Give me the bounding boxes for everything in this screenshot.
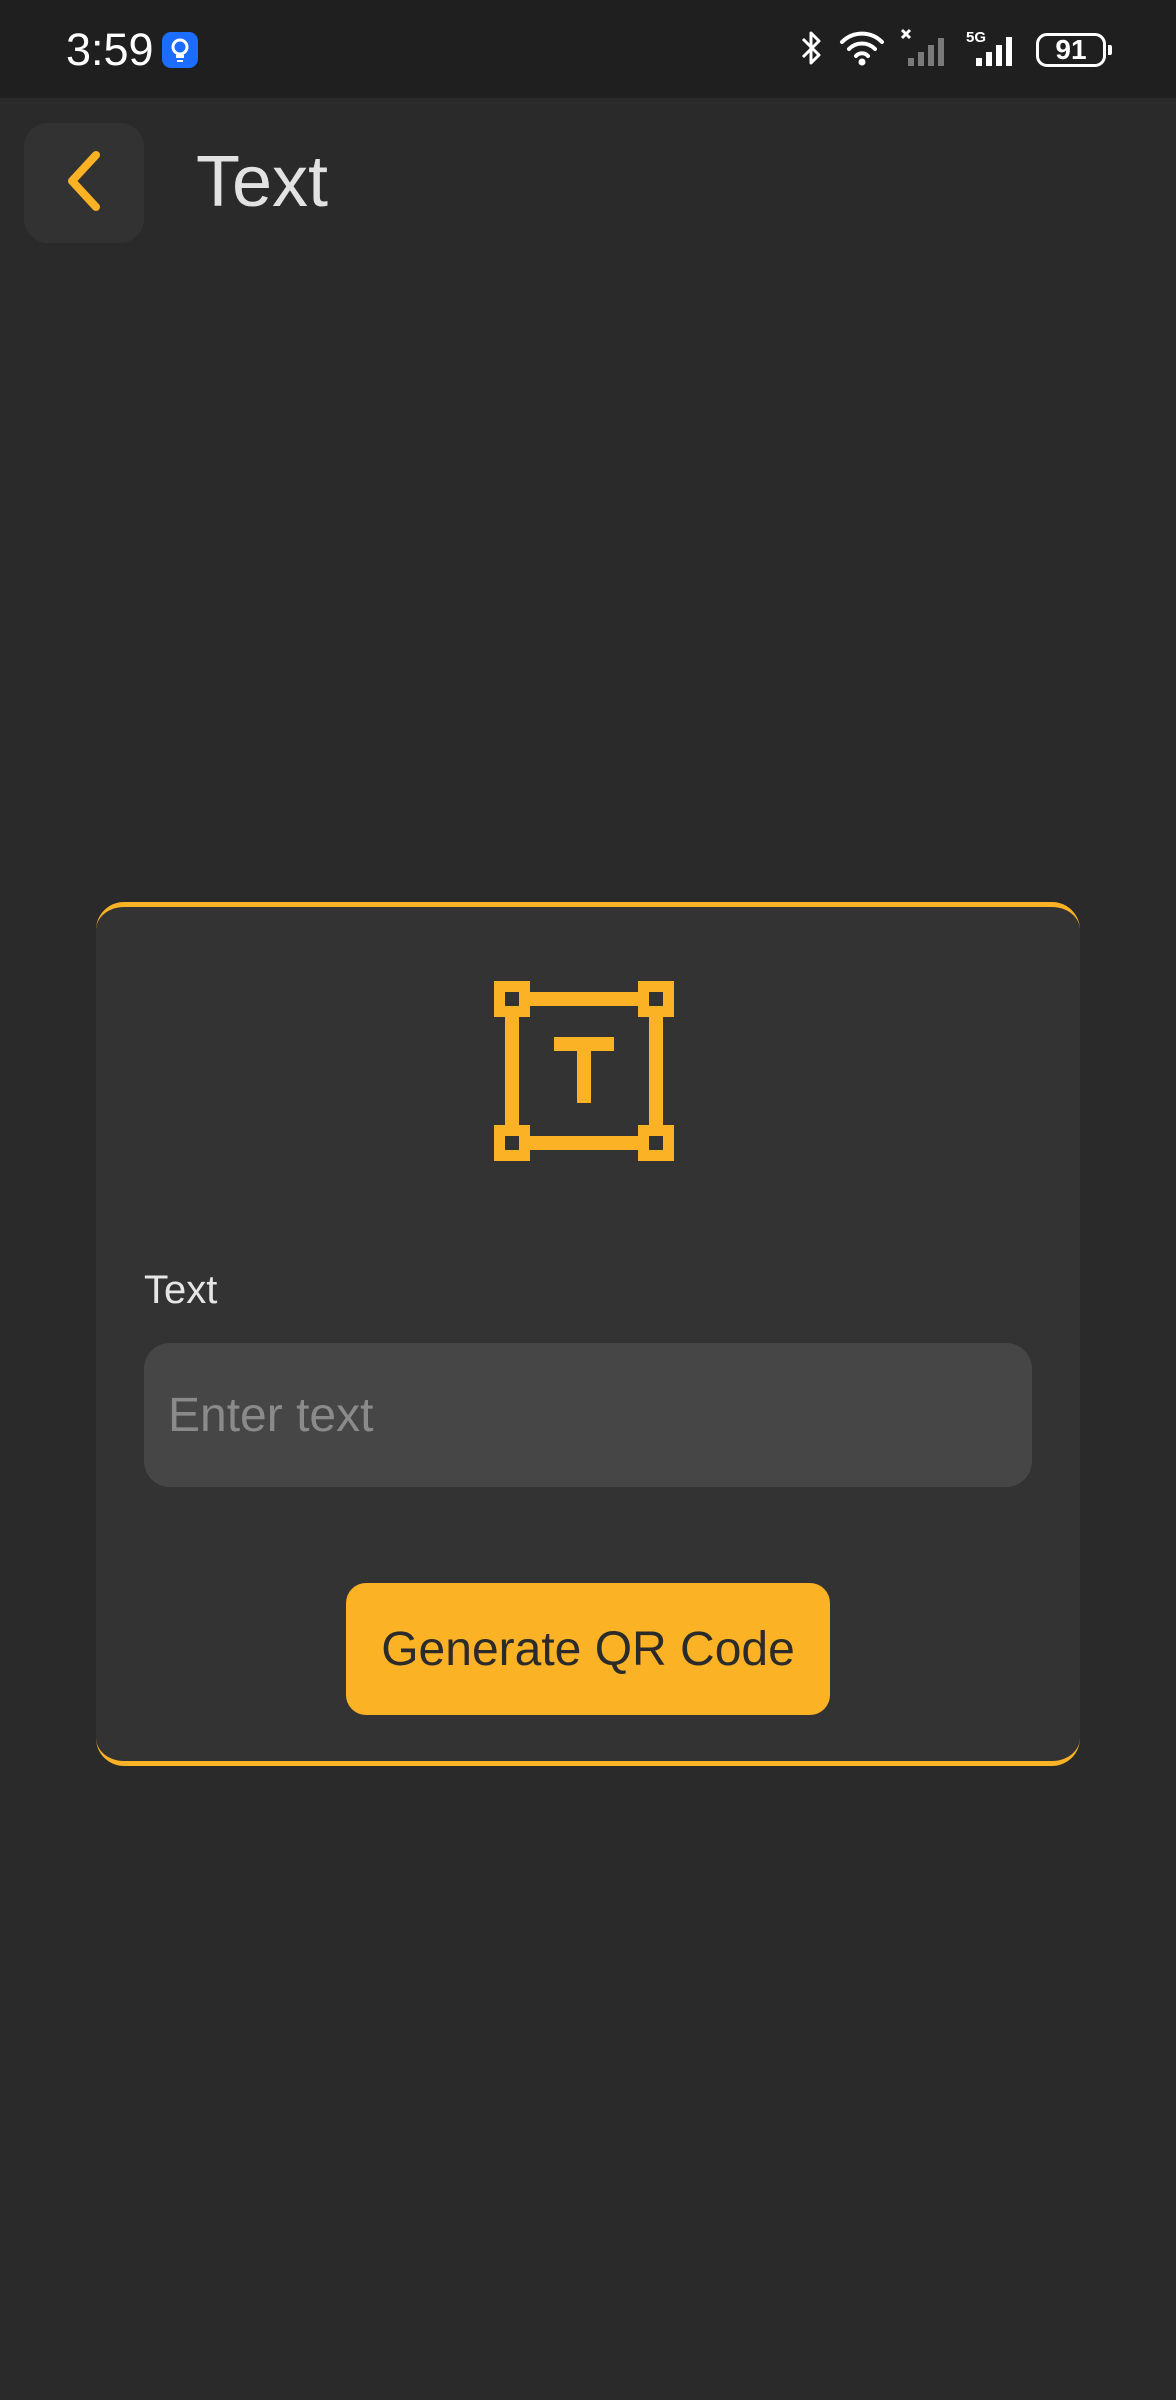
battery-level: 91 (1055, 34, 1087, 65)
signal-no-service-icon (900, 28, 952, 72)
text-frame-icon (494, 981, 674, 1161)
generate-qr-code-button[interactable]: Generate QR Code (346, 1583, 830, 1715)
back-button[interactable] (24, 123, 144, 243)
page-title: Text (196, 142, 329, 222)
text-input[interactable] (144, 1343, 1032, 1487)
notification-bulb-icon (162, 32, 198, 68)
text-field-label: Text (144, 1268, 218, 1312)
wifi-icon (838, 28, 886, 72)
battery-icon: 91 (1036, 33, 1112, 67)
status-time: 3:59 (66, 24, 154, 75)
signal-5g-icon: 5G (966, 28, 1022, 72)
text-qr-card: Text Generate QR Code (96, 902, 1080, 1766)
svg-text:5G: 5G (966, 29, 986, 46)
status-icons: 5G 91 (798, 25, 1112, 75)
chevron-left-icon (62, 149, 106, 217)
status-bar: 3:59 5G 91 (0, 0, 1176, 98)
bluetooth-icon (798, 28, 824, 72)
